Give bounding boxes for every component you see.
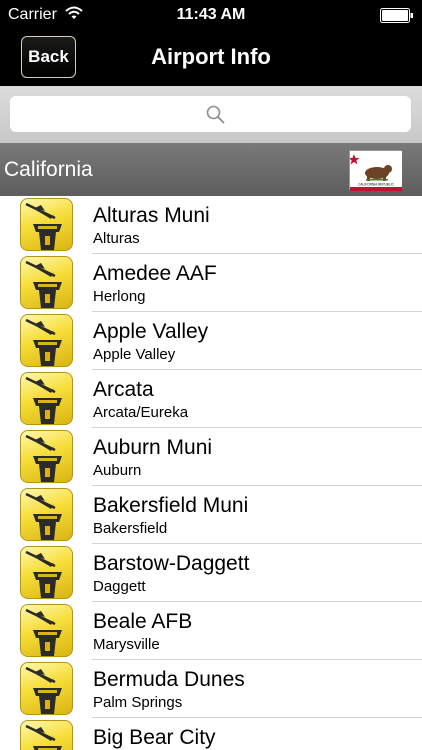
control-tower-icon	[20, 314, 73, 367]
airport-name: Amedee AAF	[93, 262, 217, 285]
airport-name: Bakersfield Muni	[93, 494, 249, 517]
control-tower-icon	[20, 488, 73, 541]
airport-name: Arcata	[93, 378, 154, 401]
airport-city: Apple Valley	[93, 346, 176, 363]
airport-name: Alturas Muni	[93, 204, 210, 227]
airport-city: Marysville	[93, 636, 160, 653]
list-item[interactable]: Amedee AAF Herlong	[0, 254, 422, 312]
list-item[interactable]: Big Bear City	[0, 718, 422, 750]
list-item[interactable]: Arcata Arcata/Eureka	[0, 370, 422, 428]
search-bar	[0, 86, 422, 143]
search-icon	[206, 105, 225, 124]
airport-name: Bermuda Dunes	[93, 668, 245, 691]
airport-city: Arcata/Eureka	[93, 404, 189, 421]
control-tower-icon	[20, 198, 73, 251]
airport-list: Alturas Muni Alturas Amedee AAF Herlong …	[0, 196, 422, 750]
section-header: California CALIFORNIA REPUBLIC	[0, 143, 422, 196]
page-title: Airport Info	[151, 44, 271, 69]
airport-name: Apple Valley	[93, 320, 209, 343]
navigation-bar: Back Airport Info	[0, 30, 422, 86]
control-tower-icon	[20, 720, 73, 750]
control-tower-icon	[20, 372, 73, 425]
airport-city: Daggett	[93, 578, 146, 595]
airport-name: Big Bear City	[93, 726, 216, 749]
control-tower-icon	[20, 546, 73, 599]
list-item[interactable]: Barstow-Daggett Daggett	[0, 544, 422, 602]
airport-city: Herlong	[93, 288, 146, 305]
airport-name: Beale AFB	[93, 610, 193, 633]
control-tower-icon	[20, 604, 73, 657]
list-item[interactable]: Auburn Muni Auburn	[0, 428, 422, 486]
california-flag-icon: CALIFORNIA REPUBLIC	[348, 150, 402, 191]
list-item[interactable]: Apple Valley Apple Valley	[0, 312, 422, 370]
flag-text: CALIFORNIA REPUBLIC	[358, 183, 394, 187]
search-input[interactable]	[10, 96, 411, 132]
battery-icon	[380, 8, 414, 23]
airport-city: Auburn	[93, 462, 142, 479]
airport-name: Barstow-Daggett	[93, 552, 250, 575]
control-tower-icon	[20, 256, 73, 309]
list-item[interactable]: Bermuda Dunes Palm Springs	[0, 660, 422, 718]
airport-city: Palm Springs	[93, 694, 183, 711]
airport-city: Alturas	[93, 230, 140, 247]
control-tower-icon	[20, 662, 73, 715]
airport-name: Auburn Muni	[93, 436, 213, 459]
list-item[interactable]: Bakersfield Muni Bakersfield	[0, 486, 422, 544]
status-bar: Carrier 11:43 AM	[0, 0, 422, 30]
section-title: California	[4, 158, 93, 181]
list-item[interactable]: Beale AFB Marysville	[0, 602, 422, 660]
status-time: 11:43 AM	[176, 6, 246, 23]
list-item[interactable]: Alturas Muni Alturas	[0, 196, 422, 254]
control-tower-icon	[20, 430, 73, 483]
airport-city: Bakersfield	[93, 520, 168, 537]
